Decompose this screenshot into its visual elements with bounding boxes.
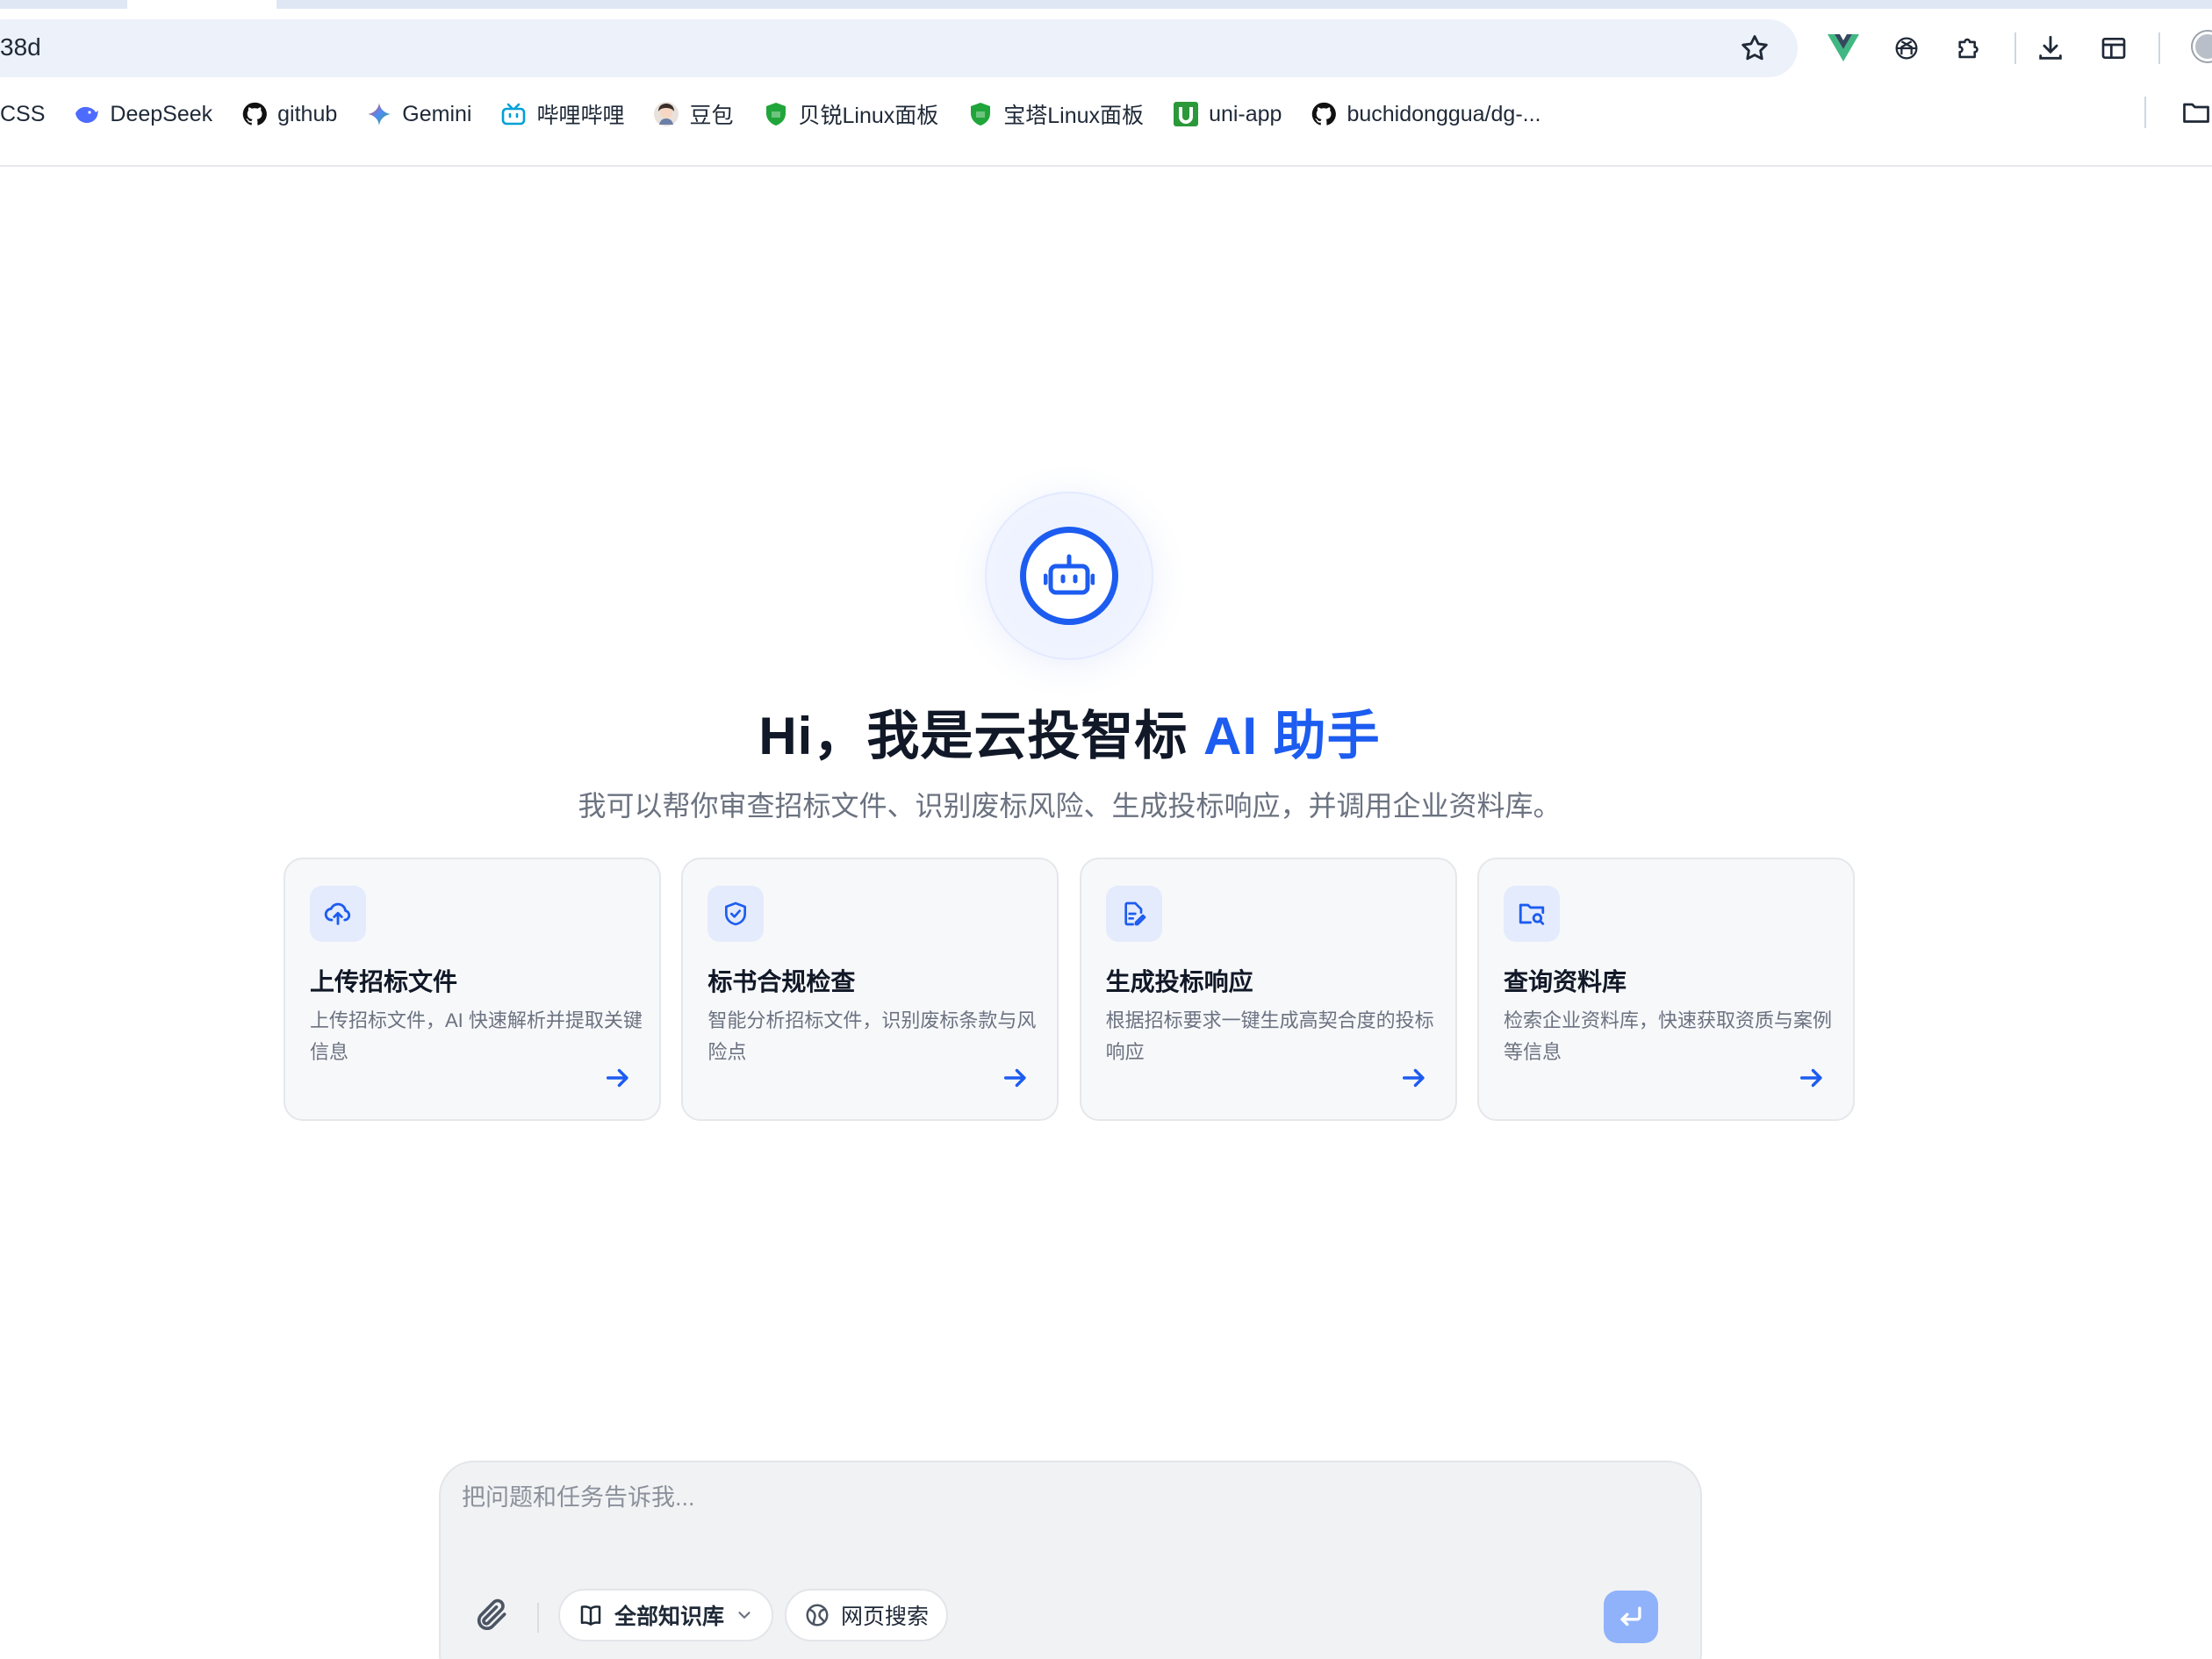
card-generate-response[interactable]: 生成投标响应 根据招标要求一键生成高契合度的投标响应 [1079, 858, 1457, 1121]
cloud-upload-icon [310, 886, 366, 942]
vue-devtools-extension-icon[interactable] [1821, 26, 1865, 70]
address-bar-url[interactable]: 38d [0, 33, 41, 61]
card-description: 上传招标文件，AI 快速解析并提取关键信息 [310, 1009, 643, 1063]
toolbar-divider [2158, 32, 2160, 64]
bookmark-css[interactable]: CSS [0, 102, 45, 127]
card-description: 智能分析招标文件，识别废标条款与风险点 [707, 1009, 1037, 1063]
knowledge-base-label: 全部知识库 [614, 1605, 725, 1629]
card-query-library[interactable]: 查询资料库 检索企业资料库，快速获取资质与案例等信息 [1476, 858, 1855, 1121]
bookmark-label: 贝锐Linux面板 [798, 104, 939, 128]
github-icon [1310, 100, 1338, 128]
send-button[interactable] [1604, 1591, 1658, 1643]
paperclip-icon[interactable] [472, 1596, 511, 1634]
knowledge-base-select[interactable]: 全部知识库 [558, 1589, 774, 1641]
bookmark-bilibili[interactable]: 哔哩哔哩 [499, 98, 624, 130]
folder-search-icon [1503, 886, 1560, 942]
bookmark-label: uni-app [1209, 101, 1282, 126]
bilibili-icon [499, 100, 528, 128]
bookmark-uni-app[interactable]: uni-app [1172, 100, 1282, 128]
profile-avatar[interactable] [2193, 32, 2212, 61]
tab-strip [0, 0, 2212, 9]
github-icon [241, 100, 269, 128]
bookmark-baota-linux[interactable]: 宝塔Linux面板 [966, 98, 1144, 130]
uniapp-icon [1172, 100, 1200, 128]
arrow-right-icon[interactable] [1001, 1063, 1031, 1093]
web-search-label: 网页搜索 [841, 1605, 930, 1629]
arrow-right-icon[interactable] [1399, 1063, 1429, 1093]
card-title: 标书合规检查 [707, 968, 856, 995]
card-description: 检索企业资料库，快速获取资质与案例等信息 [1503, 1009, 1832, 1063]
bookmark-label: 豆包 [689, 104, 734, 128]
extensions-puzzle-icon[interactable] [1948, 26, 1992, 70]
chevron-down-icon [738, 1612, 750, 1619]
bookmark-label: 宝塔Linux面板 [1003, 104, 1145, 128]
bookmarks-folder-icon[interactable] [2180, 97, 2212, 128]
card-upload-tender[interactable]: 上传招标文件 上传招标文件，AI 快速解析并提取关键信息 [284, 858, 661, 1121]
feature-cards: 上传招标文件 上传招标文件，AI 快速解析并提取关键信息 标书合规检查 智能分析… [284, 858, 1855, 1121]
active-tab[interactable] [127, 0, 276, 9]
bookmarks-bar: CSS DeepSeek github Gemini 哔哩哔哩 豆包 贝锐Lin… [0, 95, 1569, 133]
bookmark-star-icon[interactable] [1738, 32, 1771, 65]
shield-green-icon [966, 100, 995, 128]
title-prefix: Hi，我是云投智标 [758, 707, 1203, 765]
chatgpt-extension-icon[interactable] [1885, 26, 1928, 70]
enter-icon [1620, 1606, 1641, 1627]
bookmark-label: CSS [0, 101, 46, 126]
bookmark-beirui-linux[interactable]: 贝锐Linux面板 [762, 98, 939, 130]
bookmark-label: Gemini [402, 101, 472, 126]
globe-icon [806, 1604, 829, 1627]
composer-divider [537, 1603, 539, 1633]
deepseek-whale-icon [73, 100, 101, 128]
book-open-icon [580, 1605, 601, 1626]
arrow-right-icon[interactable] [1797, 1063, 1827, 1093]
page-title: Hi，我是云投智标 AI 助手 [0, 693, 2139, 770]
side-panel-icon[interactable] [2092, 26, 2136, 70]
page-subtitle: 我可以帮你审查招标文件、识别废标风险、生成投标响应，并调用企业资料库。 [578, 790, 1562, 822]
extension-toolbar [1821, 26, 2172, 70]
document-edit-icon [1105, 886, 1162, 942]
web-search-toggle[interactable]: 网页搜索 [785, 1589, 949, 1641]
bookmark-label: buchidonggua/dg-... [1347, 101, 1541, 126]
bookmark-label: 哔哩哔哩 [536, 104, 625, 128]
gemini-sparkle-icon [365, 100, 393, 128]
title-accent: AI 助手 [1203, 707, 1381, 765]
card-compliance-check[interactable]: 标书合规检查 智能分析招标文件，识别废标条款与风险点 [681, 858, 1059, 1121]
message-input-placeholder[interactable]: 把问题和任务告诉我... [462, 1478, 695, 1512]
shield-green-icon [762, 100, 790, 128]
shield-check-icon [707, 886, 765, 942]
bookmark-github[interactable]: github [241, 100, 337, 128]
bookmark-doubao[interactable]: 豆包 [652, 98, 734, 130]
downloads-icon[interactable] [2029, 26, 2072, 70]
card-title: 上传招标文件 [310, 968, 458, 995]
bookmarks-divider [2144, 97, 2146, 128]
card-title: 生成投标响应 [1105, 968, 1253, 995]
bookmark-label: github [277, 101, 338, 126]
address-bar[interactable]: 38d [0, 19, 1798, 77]
card-description: 根据招标要求一键生成高契合度的投标响应 [1105, 1009, 1434, 1063]
bookmark-deepseek[interactable]: DeepSeek [73, 100, 212, 128]
bookmark-label: DeepSeek [110, 101, 213, 126]
card-title: 查询资料库 [1503, 968, 1627, 995]
assistant-logo [985, 492, 1153, 660]
arrow-right-icon[interactable] [603, 1063, 633, 1093]
bookmark-gemini[interactable]: Gemini [365, 100, 471, 128]
toolbar-divider [2014, 32, 2016, 64]
bookmark-buchidonggua[interactable]: buchidonggua/dg-... [1310, 100, 1540, 128]
robot-icon [1020, 527, 1118, 625]
chat-composer[interactable]: 把问题和任务告诉我... 全部知识库 网页搜索 [439, 1461, 1702, 1659]
doubao-avatar-icon [652, 100, 680, 128]
browser-chrome: 38d CSS DeepSeek github Gemini 哔哩哔哩 豆包 贝… [0, 0, 2212, 167]
